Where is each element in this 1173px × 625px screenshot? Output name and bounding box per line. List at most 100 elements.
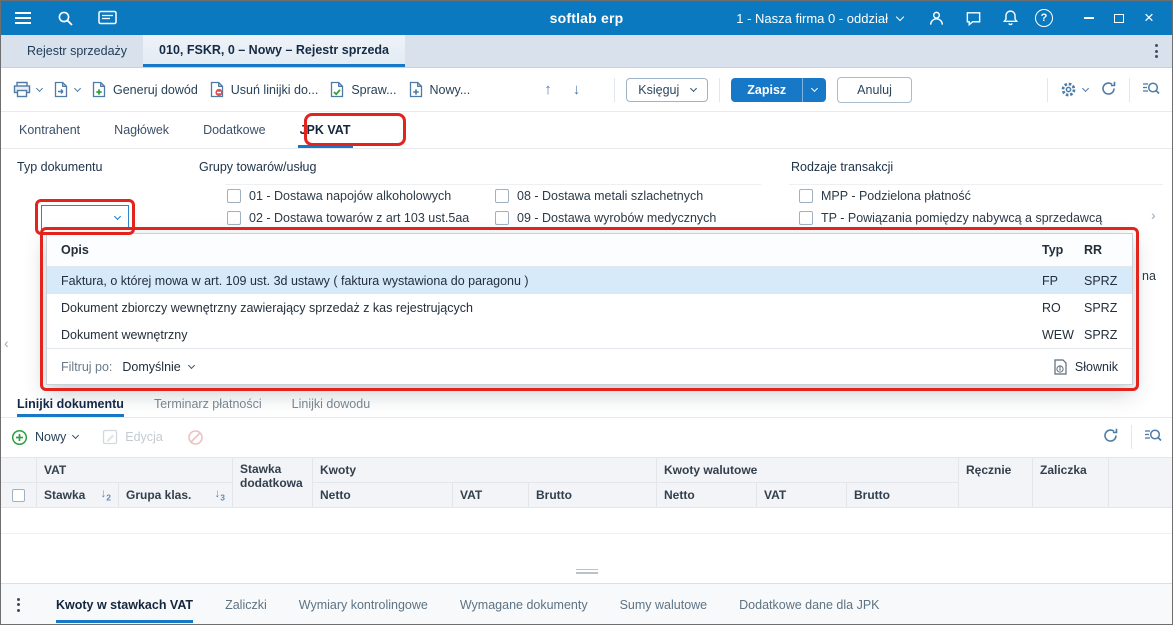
dropdown-option-fp[interactable]: Faktura, o której mowa w art. 109 ust. 3… [47,267,1132,294]
tab-wymiary-kontrolingowe[interactable]: Wymiary kontrolingowe [298,584,428,624]
checkbox-row-tp: TP - Powiązania pomiędzy nabywcą a sprze… [799,211,1102,225]
stawka-dodatkowa-header[interactable]: Stawka dodatkowa [233,458,313,508]
tab-label: Linijki dokumentu [17,397,124,411]
ksieguj-dropdown-button[interactable]: Księguj [626,77,709,102]
brutto-header[interactable]: Brutto [529,483,657,508]
help-icon[interactable] [1035,9,1053,27]
tab-naglowek[interactable]: Nagłówek [112,112,171,148]
lines-toolbar: Nowy Edycja [1,418,1172,456]
company-selector[interactable]: 1 - Nasza firma 0 - oddział [736,11,905,26]
tab-dodatkowe-dane-dla-jpk[interactable]: Dodatkowe dane dla JPK [739,584,879,624]
option-rr: SPRZ [1084,300,1118,315]
export-document-button[interactable] [53,81,82,98]
sort-desc-2-icon[interactable]: 2 [101,488,111,502]
vat-grid-empty-body[interactable] [1,508,1172,534]
option-rr: SPRZ [1084,327,1118,342]
option-typ: WEW [1042,327,1074,342]
window-tab-label: 010, FSKR, 0 – Nowy – Rejestr sprzeda [159,42,390,57]
grupa-klas-header[interactable]: Grupa klas.3 [119,483,233,508]
zaliczka-header[interactable]: Zaliczka [1033,458,1109,508]
zapisz-dropdown[interactable] [802,77,826,102]
checkbox[interactable] [495,211,509,225]
tab-kwoty-w-stawkach-vat[interactable]: Kwoty w stawkach VAT [56,584,194,624]
checkbox[interactable] [799,189,813,203]
generuj-dowod-button[interactable]: Generuj dowód [91,81,198,98]
tab-linijki-dokumentu[interactable]: Linijki dokumentu [17,391,124,417]
print-button[interactable] [13,81,44,98]
netto-walutowe-header[interactable]: Netto [657,483,757,508]
sprawdz-button[interactable]: Spraw... [329,81,397,98]
refresh-icon[interactable] [1102,427,1119,447]
kwoty-walutowe-group-header: Kwoty walutowe [657,458,959,483]
brutto-walutowe-header[interactable]: Brutto [847,483,959,508]
bell-icon[interactable] [998,6,1022,30]
checkbox[interactable] [227,211,241,225]
vat-header[interactable]: VAT [453,483,529,508]
panel-border [225,184,761,185]
scroll-right-icon[interactable] [1151,207,1156,223]
tab-label: JPK VAT [299,123,351,137]
user-icon[interactable] [924,6,948,30]
bottom-menu-icon[interactable] [13,584,24,624]
dropdown-option-ro[interactable]: Dokument zbiorczy wewnętrzny zawierający… [47,294,1132,321]
tab-label: Kontrahent [19,123,81,137]
slownik-button[interactable]: Słownik [1053,358,1118,375]
hamburger-menu-icon[interactable] [11,6,35,30]
anuluj-button[interactable]: Anuluj [837,76,912,103]
document-section-tabs: Kontrahent Nagłówek Dodatkowe JPK VAT [1,112,1172,149]
checkbox[interactable] [495,189,509,203]
checkbox-label: 01 - Dostawa napojów alkoholowych [249,189,452,203]
refresh-icon[interactable] [1100,80,1117,100]
tab-terminarz-platnosci[interactable]: Terminarz płatności [154,391,262,417]
filter-mode-selector[interactable]: Domyślnie [122,360,195,374]
tab-zaliczki[interactable]: Zaliczki [225,584,267,624]
checkbox[interactable] [227,189,241,203]
dropdown-option-wew[interactable]: Dokument wewnętrzny WEW SPRZ [47,321,1132,348]
move-down-icon[interactable] [568,81,586,98]
clipped-text-fragment: na [1142,269,1156,283]
chat-icon[interactable] [961,6,985,30]
zapisz-button[interactable]: Zapisz [731,77,827,102]
tab-label: Wymiary kontrolingowe [298,597,428,612]
netto-header[interactable]: Netto [313,483,453,508]
splitter-handle[interactable] [567,565,607,577]
search-icon[interactable] [53,6,77,30]
tab-jpk-vat[interactable]: JPK VAT [297,112,353,148]
tab-sumy-walutowe[interactable]: Sumy walutowe [619,584,708,624]
document-plus-icon [92,81,106,98]
stawka-header[interactable]: Stawka2 [37,483,119,508]
tab-dodatkowe[interactable]: Dodatkowe [201,112,268,148]
vat-walutowe-header[interactable]: VAT [757,483,847,508]
sort-desc-3-icon[interactable]: 3 [215,488,225,502]
window-tab-rejestr-sprzedazy[interactable]: Rejestr sprzedaży [11,35,143,67]
close-button[interactable] [1136,6,1162,30]
usun-linijki-button[interactable]: Usuń linijki do... [209,81,318,98]
checkbox[interactable] [799,211,813,225]
chevron-down-icon [73,84,82,92]
chevron-down-icon [187,361,195,369]
move-up-icon[interactable] [539,81,557,98]
tab-linijki-dowodu[interactable]: Linijki dowodu [292,391,371,417]
settings-button[interactable] [1060,81,1090,98]
checkbox-label: 02 - Dostawa towarów z art 103 ust.5aa [249,211,470,225]
tab-overflow-menu-icon[interactable] [1141,35,1172,67]
nowy-dokument-button[interactable]: Nowy... [408,81,470,98]
search-filter-icon[interactable] [1144,427,1162,447]
news-feed-icon[interactable] [95,6,119,30]
window-tab-active-document[interactable]: 010, FSKR, 0 – Nowy – Rejestr sprzeda [143,35,406,67]
tab-kontrahent[interactable]: Kontrahent [17,112,82,148]
separator [719,77,721,102]
recznie-header[interactable]: Ręcznie [959,458,1033,508]
nowy-line-button[interactable]: Nowy [11,429,80,446]
tab-label: Sumy walutowe [619,597,708,612]
typ-dokumentu-combobox[interactable] [41,205,129,230]
tab-wymagane-dokumenty[interactable]: Wymagane dokumenty [460,584,588,624]
search-filter-icon[interactable] [1142,80,1160,100]
filtruj-po-label: Filtruj po: [61,359,113,374]
minimize-button[interactable] [1076,6,1102,30]
maximize-button[interactable] [1106,6,1132,30]
scroll-left-icon[interactable] [4,335,9,351]
select-all-checkbox[interactable] [12,488,25,502]
select-all-cell [1,483,37,508]
chevron-down-icon [811,84,819,92]
